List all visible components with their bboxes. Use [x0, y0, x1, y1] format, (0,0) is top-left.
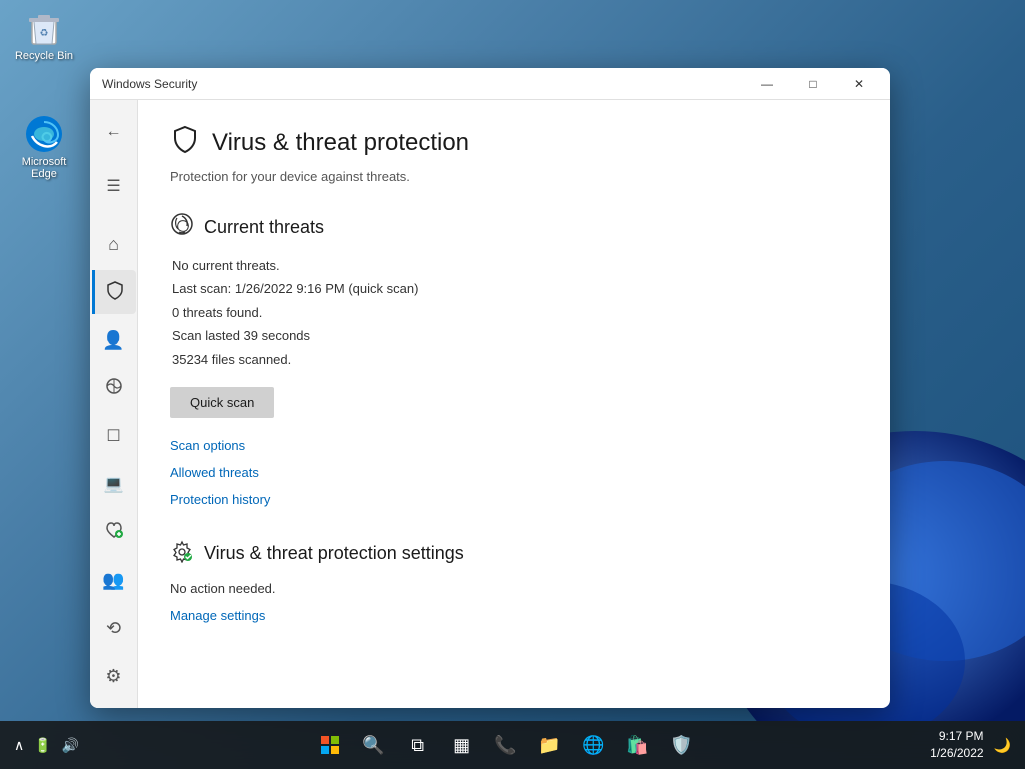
security-taskbar-button[interactable]: 🛡️ [662, 725, 702, 765]
taskbar-time-display: 9:17 PM [930, 728, 983, 745]
nav-browser[interactable]: ☐ [92, 414, 136, 458]
nav-shield[interactable] [92, 270, 136, 314]
shield-icon [105, 280, 125, 305]
no-action-text: No action needed. [170, 581, 858, 596]
taskbar-left: ∧ 🔋 🔊 [12, 735, 81, 756]
back-icon: ← [106, 123, 122, 141]
nav-settings[interactable]: ⚙ [92, 654, 136, 698]
task-view-button[interactable]: ⧉ [398, 725, 438, 765]
nav-device[interactable]: 💻 [92, 462, 136, 506]
recycle-bin-image: ♻ [24, 8, 64, 48]
nav-sidebar: ← ☰ ⌂ 👤 [90, 100, 138, 708]
tray-up-arrow[interactable]: ∧ [12, 735, 26, 756]
protection-history-link[interactable]: Protection history [170, 492, 858, 507]
window-title: Windows Security [102, 77, 197, 91]
current-threats-header: Current threats [170, 212, 858, 242]
edge-taskbar-button[interactable]: 🌐 [574, 725, 614, 765]
nav-home[interactable]: ⌂ [92, 222, 136, 266]
files-scanned-text: 35234 files scanned. [172, 348, 858, 371]
settings-section: Virus & threat protection settings No ac… [170, 539, 858, 623]
health-icon [104, 520, 124, 545]
maximize-button[interactable]: □ [790, 68, 836, 100]
windows-security-window: Windows Security — □ ✕ ← ☰ ⌂ [90, 68, 890, 708]
nav-history[interactable]: ⟲ [92, 606, 136, 650]
history-icon: ⟲ [106, 618, 121, 639]
taskbar: ∧ 🔋 🔊 🔍 ⧉ ▦ 📞 📁 🌐 🛍️ 🛡️ [0, 721, 1025, 769]
recycle-bin-label: Recycle Bin [15, 50, 73, 62]
svg-text:♻: ♻ [40, 28, 49, 39]
taskbar-center: 🔍 ⧉ ▦ 📞 📁 🌐 🛍️ 🛡️ [310, 725, 702, 765]
manage-settings-link[interactable]: Manage settings [170, 608, 858, 623]
settings-section-title: Virus & threat protection settings [204, 543, 464, 564]
allowed-threats-link[interactable]: Allowed threats [170, 465, 858, 480]
threats-found-text: 0 threats found. [172, 301, 858, 324]
scan-lasted-text: Scan lasted 39 seconds [172, 324, 858, 347]
home-icon: ⌂ [108, 234, 119, 255]
current-threats-icon [170, 212, 194, 242]
nav-health[interactable] [92, 510, 136, 554]
settings-section-icon [170, 539, 194, 569]
current-threats-title: Current threats [204, 217, 324, 238]
notification-center[interactable]: 🌙 [992, 735, 1013, 756]
system-tray-left: ∧ 🔋 🔊 [12, 735, 81, 756]
device-icon: 💻 [104, 474, 124, 494]
search-button[interactable]: 🔍 [354, 725, 394, 765]
main-content: Virus & threat protection Protection for… [138, 100, 890, 708]
store-button[interactable]: 🛍️ [618, 725, 658, 765]
tray-battery[interactable]: 🔋 [32, 735, 53, 756]
recycle-bin-icon[interactable]: ♻ Recycle Bin [4, 4, 84, 66]
title-bar: Windows Security — □ ✕ [90, 68, 890, 100]
explorer-button[interactable]: 📁 [530, 725, 570, 765]
nav-family[interactable]: 👥 [92, 558, 136, 602]
nav-back-button[interactable]: ← [92, 110, 136, 154]
network-icon [104, 376, 124, 401]
browser-icon: ☐ [106, 426, 120, 446]
scan-options-link[interactable]: Scan options [170, 438, 858, 453]
nav-network[interactable] [92, 366, 136, 410]
window-body: ← ☰ ⌂ 👤 [90, 100, 890, 708]
page-title: Virus & threat protection [212, 129, 469, 157]
menu-icon: ☰ [106, 176, 120, 196]
last-scan-text: Last scan: 1/26/2022 9:16 PM (quick scan… [172, 277, 858, 300]
current-threats-section: Current threats No current threats. Last… [170, 212, 858, 507]
teams-button[interactable]: 📞 [486, 725, 526, 765]
settings-icon: ⚙ [105, 666, 121, 687]
ms-edge-label: Microsoft Edge [8, 156, 80, 180]
quick-scan-button[interactable]: Quick scan [170, 387, 274, 418]
window-controls: — □ ✕ [744, 68, 882, 100]
minimize-button[interactable]: — [744, 68, 790, 100]
family-icon: 👥 [102, 570, 124, 591]
taskbar-right: 9:17 PM 1/26/2022 🌙 [930, 728, 1013, 762]
page-subtitle: Protection for your device against threa… [170, 169, 858, 184]
start-button[interactable] [310, 725, 350, 765]
tray-volume[interactable]: 🔊 [60, 735, 81, 756]
taskbar-date-display: 1/26/2022 [930, 745, 983, 762]
person-icon: 👤 [102, 330, 124, 351]
widgets-button[interactable]: ▦ [442, 725, 482, 765]
settings-header: Virus & threat protection settings [170, 539, 858, 569]
taskbar-clock[interactable]: 9:17 PM 1/26/2022 [930, 728, 983, 762]
links-container: Scan options Allowed threats Protection … [170, 438, 858, 507]
nav-account[interactable]: 👤 [92, 318, 136, 362]
page-header: Virus & threat protection [170, 124, 858, 161]
ms-edge-image [24, 114, 64, 154]
ms-edge-icon[interactable]: Microsoft Edge [4, 110, 84, 184]
nav-menu-button[interactable]: ☰ [92, 164, 136, 208]
close-button[interactable]: ✕ [836, 68, 882, 100]
no-threats-text: No current threats. [172, 254, 858, 277]
page-header-icon [170, 124, 200, 161]
threat-info: No current threats. Last scan: 1/26/2022… [170, 254, 858, 371]
desktop: ♻ Recycle Bin Microsoft Edge Windows Sec… [0, 0, 1025, 769]
